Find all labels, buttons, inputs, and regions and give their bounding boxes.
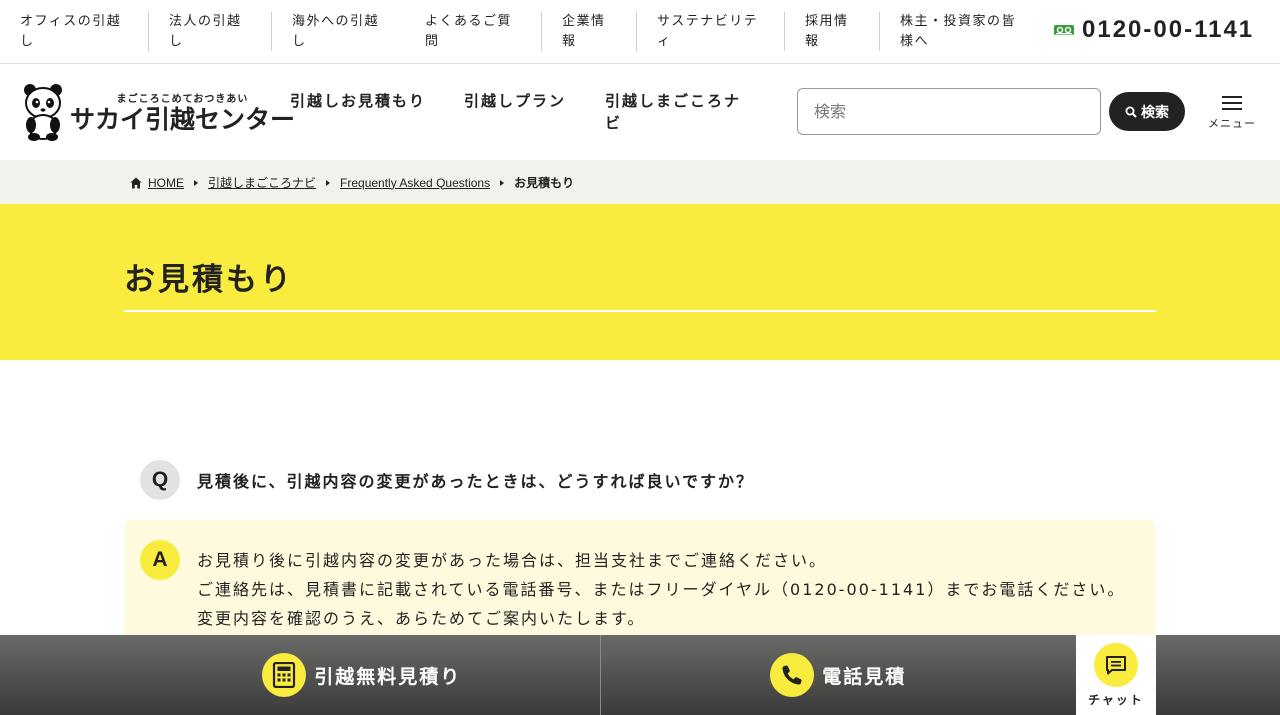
utility-links: オフィスの引越し 法人の引越し 海外への引越し よくあるご質問 企業情報 サステ… (0, 12, 1037, 51)
site-logo[interactable]: まごころこめておつきあい サカイ引越センター (22, 83, 295, 141)
title-divider (124, 310, 1156, 312)
utility-link-office-moving[interactable]: オフィスの引越し (0, 12, 148, 51)
phone-number[interactable]: 0120-00-1141 (1054, 16, 1254, 44)
utility-link-overseas-moving[interactable]: 海外への引越し (271, 12, 405, 51)
calculator-icon (262, 653, 307, 697)
utility-link-sustainability[interactable]: サステナビリティ (636, 12, 784, 51)
chevron-right-icon (500, 179, 505, 186)
phone-estimate-button[interactable]: 電話見積 (599, 635, 1076, 715)
page-hero: お見積もり (0, 204, 1280, 360)
chat-label: チャット (1088, 692, 1144, 707)
bottom-bar-right-edge (1156, 635, 1280, 715)
answer-text: お見積り後に引越内容の変更があった場合は、担当支社までご連絡ください。 ご連絡先… (197, 546, 1125, 633)
chat-bubble-icon (1094, 642, 1138, 687)
question-text: 見積後に、引越内容の変更があったときは、どうすれば良いですか？ (197, 472, 755, 491)
answer-badge: A (140, 540, 180, 580)
nav-item-plans[interactable]: 引越しプラン (464, 90, 572, 134)
bottom-cta-bar: 引越無料見積り 電話見積 (124, 635, 1076, 715)
logo-wordmark: まごころこめておつきあい サカイ引越センター (70, 90, 295, 135)
question-badge: Q (140, 460, 180, 500)
utility-link-recruit[interactable]: 採用情報 (784, 12, 879, 51)
nav-item-magokoro-navi[interactable]: 引越しまごころナビ (605, 90, 755, 134)
phone-estimate-label: 電話見積 (822, 666, 907, 688)
chevron-right-icon (326, 179, 331, 186)
hamburger-icon (1222, 96, 1242, 110)
breadcrumb-current: お見積もり (514, 176, 575, 190)
home-icon (130, 177, 142, 188)
menu-button[interactable]: メニュー (1204, 96, 1260, 132)
free-estimate-button[interactable]: 引越無料見積り (124, 635, 600, 715)
utility-link-company[interactable]: 企業情報 (541, 12, 636, 51)
answer-line: 変更内容を確認のうえ、あらためてご案内いたします。 (197, 609, 646, 628)
search-box (797, 88, 1101, 135)
search-button[interactable]: 検索 (1109, 92, 1185, 131)
bottom-bar-left-edge (0, 635, 124, 715)
chat-button[interactable]: チャット (1076, 635, 1156, 715)
logo-name: サカイ引越センター (70, 104, 296, 134)
panda-logo-icon (24, 84, 62, 141)
breadcrumb-list: HOME 引越しまごころナビ Frequently Asked Question… (130, 174, 574, 191)
search-input[interactable] (798, 89, 1100, 134)
utility-link-investors[interactable]: 株主・投資家の皆様へ (879, 12, 1037, 51)
answer-line: ご連絡先は、見積書に記載されている電話番号、またはフリーダイヤル（0120-00… (197, 580, 1126, 599)
menu-label: メニュー (1208, 117, 1256, 130)
free-dial-icon (1054, 25, 1074, 35)
breadcrumb-home[interactable]: HOME (148, 176, 184, 190)
breadcrumb-faq[interactable]: Frequently Asked Questions (340, 176, 490, 190)
faq-question: Q 見積後に、引越内容の変更があったときは、どうすれば良いですか？ (140, 460, 754, 500)
site-header: まごころこめておつきあい サカイ引越センター 引越しお見積もり 引越しプラン 引… (0, 64, 1280, 160)
phone-icon (770, 653, 815, 697)
page-title: お見積もり (124, 262, 294, 298)
breadcrumb: HOME 引越しまごころナビ Frequently Asked Question… (0, 160, 1280, 204)
search-button-label: 検索 (1141, 103, 1169, 120)
chevron-right-icon (194, 179, 198, 186)
global-nav: 引越しお見積もり 引越しプラン 引越しまごころナビ (290, 90, 755, 134)
answer-line: お見積り後に引越内容の変更があった場合は、担当支社までご連絡ください。 (197, 551, 828, 570)
phone-number-text: 0120-00-1141 (1082, 16, 1255, 43)
utility-bar: オフィスの引越し 法人の引越し 海外への引越し よくあるご質問 企業情報 サステ… (0, 0, 1280, 64)
utility-link-corporate-moving[interactable]: 法人の引越し (148, 12, 271, 51)
logo-tagline: まごころこめておつきあい (116, 93, 249, 105)
search-icon (1125, 106, 1137, 118)
breadcrumb-magokoro-navi[interactable]: 引越しまごころナビ (208, 174, 316, 191)
nav-item-estimate[interactable]: 引越しお見積もり (290, 90, 430, 134)
utility-link-faq[interactable]: よくあるご質問 (405, 12, 541, 51)
free-estimate-label: 引越無料見積り (314, 666, 462, 688)
